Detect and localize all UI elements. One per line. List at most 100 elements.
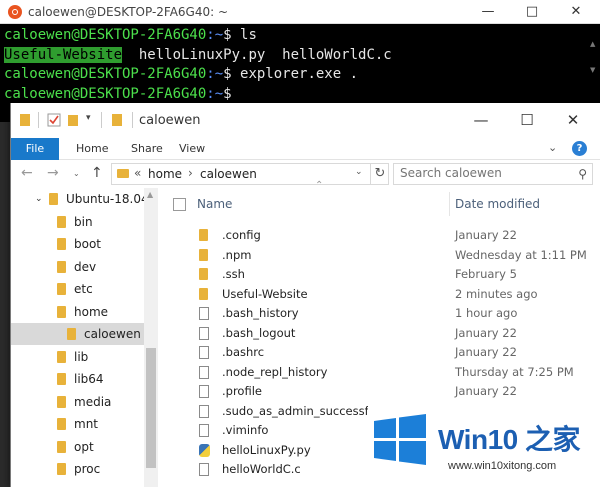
title-divider <box>132 112 133 128</box>
breadcrumb-separator-icon[interactable]: › <box>188 166 193 180</box>
file-row[interactable]: .bashrc January 22 <box>159 343 600 363</box>
folder-icon <box>57 283 66 295</box>
terminal-command: $ <box>223 85 232 102</box>
search-box[interactable]: ⚲ <box>393 163 593 185</box>
expand-ribbon-icon[interactable]: ⌄ <box>548 141 557 154</box>
column-divider[interactable] <box>449 192 450 216</box>
terminal-maximize-button[interactable]: □ <box>522 2 542 22</box>
terminal-title: caloewen@DESKTOP-2FA6G40: ~ <box>28 5 229 19</box>
file-row[interactable]: .bash_logout January 22 <box>159 324 600 344</box>
file-name: .sudo_as_admin_successful <box>222 403 380 418</box>
file-date-modified: 1 hour ago <box>455 306 518 320</box>
nav-item-bin[interactable]: bin <box>57 211 93 233</box>
folder-icon <box>199 287 208 300</box>
terminal-path: :~ <box>206 85 224 102</box>
file-icon <box>199 307 209 320</box>
file-row[interactable]: .node_repl_history Thursday at 7:25 PM <box>159 363 600 383</box>
nav-item-proc[interactable]: proc <box>57 458 100 480</box>
scroll-up-icon[interactable]: ▲ <box>590 40 595 48</box>
address-dropdown-icon[interactable]: ⌄ <box>355 167 363 177</box>
nav-item-dev[interactable]: dev <box>57 256 96 278</box>
file-name: .bash_history <box>222 306 299 320</box>
folder-icon <box>57 305 66 318</box>
back-arrow-icon[interactable]: ← <box>21 165 33 181</box>
file-name: .profile <box>222 384 262 398</box>
navigation-pane: ⌄ Ubuntu-18.04 bin boot dev etc home cal… <box>11 188 159 487</box>
file-row[interactable]: .profile January 22 <box>159 382 600 402</box>
file-row[interactable]: .npm Wednesday at 1:11 PM <box>159 246 600 266</box>
tab-view[interactable]: View <box>179 138 205 160</box>
nav-item-mnt[interactable]: mnt <box>57 413 98 435</box>
scroll-down-icon[interactable]: ▼ <box>590 66 595 74</box>
folder-icon <box>57 395 66 408</box>
scrollbar-thumb[interactable] <box>146 348 156 468</box>
nav-item-lib[interactable]: lib <box>57 346 88 368</box>
tab-file[interactable]: File <box>11 138 59 160</box>
file-name: .ssh <box>222 267 245 281</box>
nav-item-opt[interactable]: opt <box>57 436 94 458</box>
file-name: Useful-Website <box>222 286 308 301</box>
toolbar-divider <box>38 112 39 128</box>
breadcrumb-caloewen[interactable]: caloewen <box>200 167 257 181</box>
terminal-prompt: caloewen@DESKTOP-2FA6G40 <box>4 66 207 82</box>
terminal-close-button[interactable]: ✕ <box>566 2 586 22</box>
nav-item-media[interactable]: media <box>57 391 111 413</box>
column-header-name[interactable]: Name <box>197 197 232 211</box>
minimize-button[interactable]: — <box>461 109 501 131</box>
search-icon[interactable]: ⚲ <box>578 167 587 181</box>
quick-access-dropdown-icon[interactable]: ▾ <box>86 113 91 123</box>
nav-scrollbar[interactable]: ▲ <box>144 188 158 487</box>
terminal-prompt: caloewen@DESKTOP-2FA6G40 <box>4 85 207 102</box>
file-date-modified: January 22 <box>455 228 517 242</box>
folder-icon <box>199 248 208 261</box>
maximize-button[interactable]: ☐ <box>507 109 547 131</box>
file-row[interactable]: Useful-Website 2 minutes ago <box>159 285 600 305</box>
select-all-checkbox[interactable] <box>173 198 186 211</box>
up-arrow-icon[interactable]: ↑ <box>91 165 103 181</box>
nav-item-label: opt <box>74 439 94 454</box>
folder-icon <box>112 114 122 126</box>
nav-item-label: home <box>74 304 109 319</box>
nav-item-caloewen[interactable]: caloewen <box>11 323 144 345</box>
folder-icon <box>20 114 30 126</box>
nav-item-lib64[interactable]: lib64 <box>57 368 104 390</box>
file-name: .npm <box>222 247 252 262</box>
nav-item-home[interactable]: home <box>57 301 108 323</box>
address-bar[interactable]: « home › caloewen ⌄ ↻ <box>111 163 389 185</box>
terminal-scrollbar[interactable]: ▲ ▼ <box>589 26 599 106</box>
expand-arrow-icon[interactable]: ⌄ <box>35 194 43 204</box>
terminal-minimize-button[interactable]: — <box>478 2 498 22</box>
file-row[interactable]: .ssh February 5 <box>159 265 600 285</box>
nav-item-label: Ubuntu-18.04 <box>66 192 149 206</box>
forward-arrow-icon[interactable]: → <box>47 165 59 181</box>
folder-icon <box>57 463 66 475</box>
python-file-icon <box>199 443 210 457</box>
properties-check-icon[interactable] <box>47 113 61 127</box>
recent-locations-icon[interactable]: ⌄ <box>73 169 80 178</box>
explorer-titlebar[interactable]: ▾ caloewen — ☐ ✕ <box>11 103 600 138</box>
refresh-icon[interactable]: ↻ <box>370 164 389 184</box>
file-row[interactable]: .config January 22 <box>159 226 600 246</box>
new-folder-icon[interactable] <box>67 113 79 127</box>
help-icon[interactable]: ? <box>572 141 587 156</box>
search-input[interactable] <box>400 166 560 180</box>
column-header-date-modified[interactable]: Date modified <box>455 197 540 211</box>
file-date-modified: Thursday at 7:25 PM <box>455 364 574 379</box>
scroll-up-icon[interactable]: ▲ <box>147 190 153 199</box>
file-date-modified: February 5 <box>455 267 517 281</box>
breadcrumb-home[interactable]: home <box>148 167 182 181</box>
overflow-chevron-icon[interactable]: « <box>134 166 141 180</box>
file-name: .config <box>222 228 261 242</box>
nav-item-etc[interactable]: etc <box>57 278 93 300</box>
nav-item-label: caloewen <box>84 327 141 341</box>
close-button[interactable]: ✕ <box>553 109 593 131</box>
tab-home[interactable]: Home <box>76 138 108 160</box>
file-row[interactable]: .bash_history 1 hour ago <box>159 304 600 324</box>
terminal-prompt: caloewen@DESKTOP-2FA6G40 <box>4 27 207 43</box>
terminal-line: caloewen@DESKTOP-2FA6G40:~$ <box>4 85 596 105</box>
terminal-titlebar[interactable]: caloewen@DESKTOP-2FA6G40: ~ — □ ✕ <box>0 0 600 24</box>
terminal-path: :~ <box>206 27 224 43</box>
tab-share[interactable]: Share <box>131 138 163 160</box>
nav-item-boot[interactable]: boot <box>57 233 101 255</box>
nav-item-ubuntu[interactable]: Ubuntu-18.04 <box>49 188 149 210</box>
